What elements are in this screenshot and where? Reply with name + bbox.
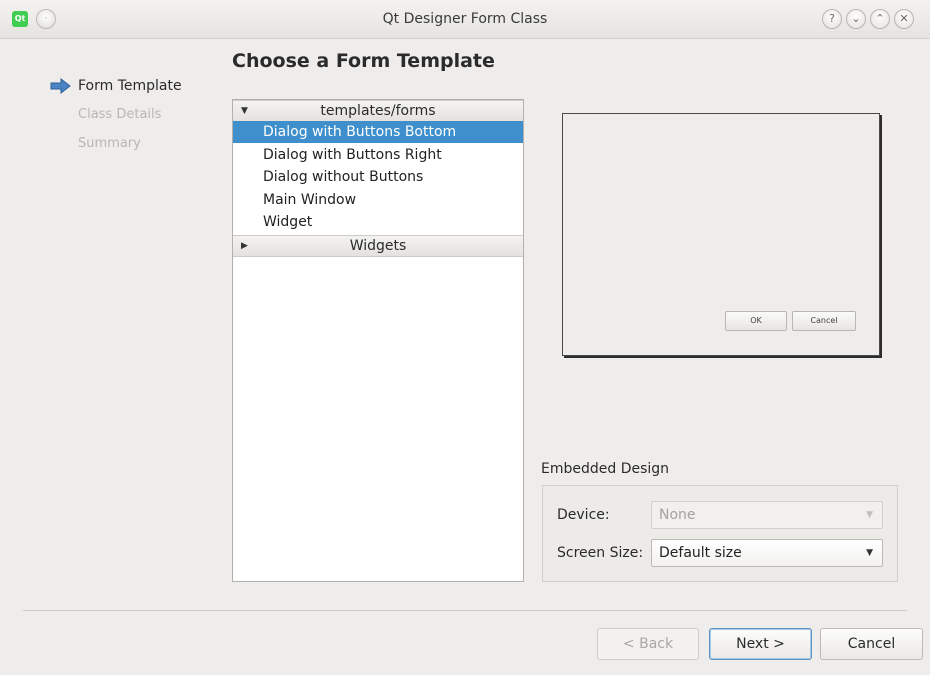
close-icon: ✕	[899, 12, 909, 25]
form-preview: OK Cancel	[562, 113, 880, 356]
tree-item-dialog-buttons-right[interactable]: Dialog with Buttons Right	[233, 144, 523, 166]
tree-item-main-window[interactable]: Main Window	[233, 189, 523, 211]
tree-item-widget[interactable]: Widget	[233, 211, 523, 233]
current-step-arrow-icon	[50, 78, 71, 94]
category-widgets[interactable]: ▶ Widgets	[233, 235, 523, 257]
help-button[interactable]: ?	[822, 9, 842, 29]
embedded-design-label: Embedded Design	[541, 461, 670, 477]
wizard-window: Qt · Qt Designer Form Class ? ⌄ ⌃ ✕ Form…	[0, 0, 930, 675]
page-title: Choose a Form Template	[232, 50, 495, 72]
maximize-icon: ⌃	[875, 12, 885, 25]
nav-step-form-template: Form Template	[78, 78, 182, 94]
preview-cancel-button: Cancel	[792, 311, 856, 331]
device-label: Device:	[557, 507, 610, 523]
title-bar[interactable]: Qt · Qt Designer Form Class ? ⌄ ⌃ ✕	[0, 0, 930, 39]
tree-item-dialog-without-buttons[interactable]: Dialog without Buttons	[233, 166, 523, 188]
next-button[interactable]: Next >	[709, 628, 812, 660]
nav-step-summary: Summary	[78, 136, 141, 151]
maximize-button[interactable]: ⌃	[870, 9, 890, 29]
chevron-down-icon: ▼	[866, 548, 873, 558]
cancel-button[interactable]: Cancel	[820, 628, 923, 660]
preview-ok-button: OK	[725, 311, 787, 331]
tree-item-dialog-buttons-bottom[interactable]: Dialog with Buttons Bottom	[233, 121, 523, 143]
screen-size-combo[interactable]: Default size ▼	[651, 539, 883, 567]
expanded-arrow-icon[interactable]: ▼	[241, 101, 248, 121]
minimize-icon: ⌄	[851, 12, 861, 25]
embedded-design-group: Device: None ▼ Screen Size: Default size…	[542, 485, 898, 582]
device-combo[interactable]: None ▼	[651, 501, 883, 529]
collapsed-arrow-icon[interactable]: ▶	[241, 236, 248, 256]
chevron-down-icon: ▼	[866, 510, 873, 520]
screen-size-label: Screen Size:	[557, 545, 644, 561]
category-templates-forms[interactable]: ▼ templates/forms	[233, 100, 523, 122]
nav-step-class-details: Class Details	[78, 107, 162, 122]
window-title: Qt Designer Form Class	[382, 11, 548, 27]
template-tree[interactable]: ▼ templates/forms Dialog with Buttons Bo…	[232, 99, 524, 582]
minimize-button[interactable]: ⌄	[846, 9, 866, 29]
back-button[interactable]: < Back	[597, 628, 699, 660]
close-button[interactable]: ✕	[894, 9, 914, 29]
divider	[23, 610, 907, 611]
help-icon: ?	[829, 12, 835, 25]
